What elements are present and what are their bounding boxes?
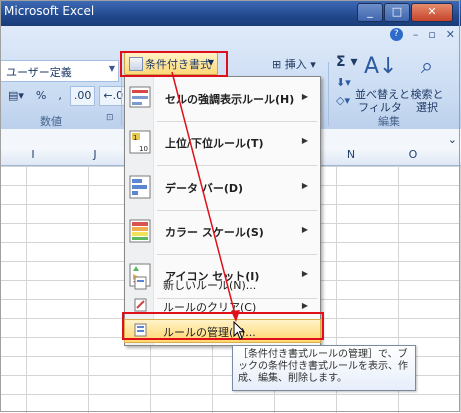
mouse-cursor-icon xyxy=(233,321,246,340)
tooltip: ［条件付き書式ルールの管理］で、ブックの条件付き書式ルールを表示、作成、編集、削… xyxy=(232,345,416,391)
